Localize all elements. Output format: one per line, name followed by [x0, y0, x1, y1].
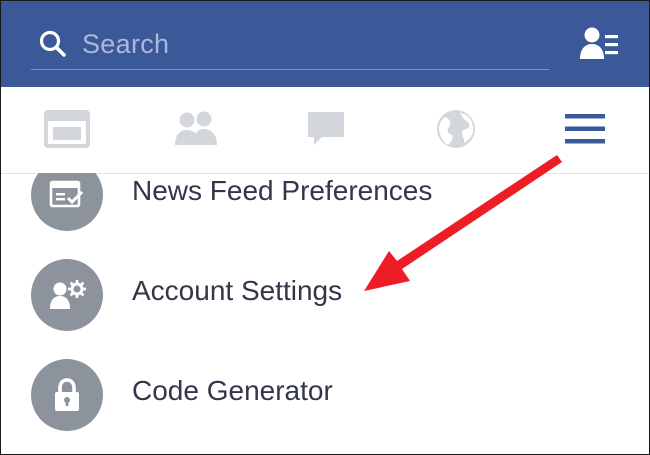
- app-frame: Search News Feed Preferences Account Set…: [0, 0, 650, 455]
- menu-item-code-generator[interactable]: Code Generator: [1, 345, 649, 445]
- friend-requests-icon: [580, 27, 618, 59]
- lock-icon: [55, 378, 79, 411]
- friend-requests-button[interactable]: [579, 25, 619, 63]
- search-placeholder: Search: [82, 28, 170, 59]
- menu-list: News Feed Preferences Account Settings C…: [1, 173, 649, 454]
- news-feed-preferences-icon: [49, 180, 84, 208]
- tab-messages[interactable]: [302, 107, 350, 151]
- menu-item-news-feed-preferences[interactable]: News Feed Preferences: [1, 173, 649, 245]
- account-settings-icon-circle: [31, 259, 103, 331]
- tab-news-feed[interactable]: [43, 107, 91, 151]
- menu-item-label: News Feed Preferences: [132, 175, 433, 206]
- tab-friends[interactable]: [172, 107, 220, 151]
- menu-item-label: Code Generator: [132, 375, 333, 406]
- account-settings-icon: [50, 280, 86, 309]
- tab-bar: [1, 87, 649, 174]
- news-feed-icon: [44, 110, 90, 148]
- tab-menu[interactable]: [561, 107, 609, 151]
- menu-item-label: Account Settings: [132, 275, 343, 306]
- menu-item-account-settings[interactable]: Account Settings: [1, 245, 649, 345]
- news-feed-preferences-icon-circle: [31, 173, 103, 231]
- messages-icon: [308, 112, 344, 145]
- friends-icon: [175, 111, 217, 145]
- search-icon: [39, 30, 66, 57]
- top-bar: Search: [1, 1, 649, 87]
- tab-notifications[interactable]: [432, 107, 480, 151]
- code-generator-icon-circle: [31, 359, 103, 431]
- search-bar[interactable]: Search: [31, 19, 549, 70]
- menu-icon: [565, 114, 605, 144]
- notifications-globe-icon: [437, 110, 475, 148]
